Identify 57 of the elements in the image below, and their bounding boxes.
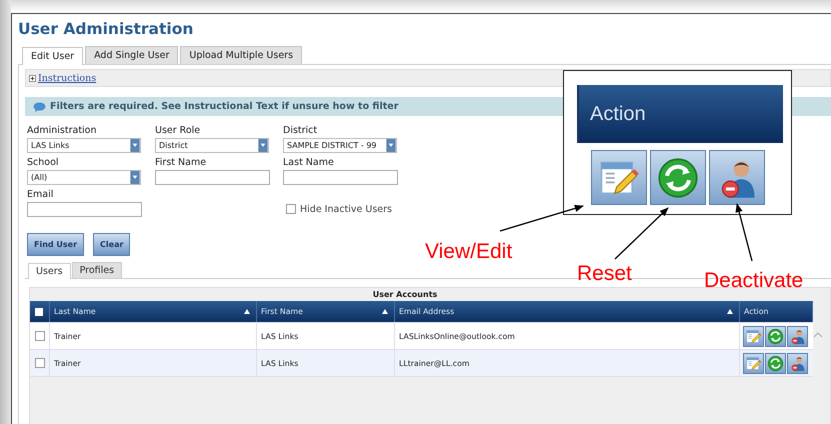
edit-button[interactable] bbox=[743, 352, 764, 374]
sort-arrow-icon bbox=[382, 309, 388, 314]
input-field[interactable] bbox=[155, 170, 270, 185]
user-remove-icon bbox=[789, 354, 806, 372]
input-field[interactable] bbox=[283, 170, 398, 185]
annotation-label: Reset bbox=[577, 262, 632, 286]
row-checkbox[interactable] bbox=[35, 358, 45, 368]
action-button[interactable]: Find User bbox=[27, 233, 84, 256]
field-label: Last Name bbox=[283, 157, 335, 168]
sort-arrow-icon bbox=[727, 309, 733, 314]
field-label: Email bbox=[27, 189, 54, 200]
edit-button[interactable] bbox=[743, 326, 764, 346]
deactivate-button[interactable] bbox=[787, 352, 808, 374]
select-all-checkbox[interactable] bbox=[35, 308, 43, 316]
reset-button[interactable] bbox=[765, 352, 786, 374]
checkbox[interactable] bbox=[286, 204, 296, 214]
refresh-icon bbox=[767, 328, 784, 344]
tab[interactable]: Add Single User bbox=[85, 46, 178, 64]
dropdown[interactable]: LAS Links bbox=[27, 138, 141, 153]
arrow bbox=[736, 203, 753, 262]
user-remove-icon bbox=[789, 328, 806, 344]
tab[interactable]: Edit User bbox=[22, 47, 84, 65]
deactivate-button[interactable] bbox=[709, 150, 765, 205]
grid-caption: User Accounts bbox=[372, 289, 438, 301]
action-button[interactable]: Clear bbox=[93, 233, 130, 256]
tab[interactable]: Users bbox=[28, 263, 71, 279]
reset-button[interactable] bbox=[650, 150, 706, 205]
annotation-label: View/Edit bbox=[425, 240, 512, 264]
speech-bubble-icon bbox=[33, 102, 46, 112]
dropdown[interactable]: (All) bbox=[27, 170, 141, 185]
page-title: User Administration bbox=[18, 20, 194, 38]
field-label: District bbox=[283, 125, 318, 136]
document-pencil-icon bbox=[745, 328, 762, 344]
expand-icon[interactable] bbox=[29, 74, 36, 82]
tab[interactable]: Upload Multiple Users bbox=[180, 46, 302, 64]
row-checkbox[interactable] bbox=[35, 331, 45, 341]
reset-button[interactable] bbox=[765, 326, 786, 346]
dropdown[interactable]: SAMPLE DISTRICT - 99 bbox=[283, 138, 397, 153]
annotation-label: Deactivate bbox=[704, 269, 804, 293]
checkbox-label: Hide Inactive Users bbox=[300, 204, 392, 214]
field-label: First Name bbox=[155, 157, 208, 168]
deactivate-button[interactable] bbox=[787, 326, 808, 346]
instructions-link[interactable]: Instructions bbox=[38, 72, 96, 84]
field-label: User Role bbox=[155, 125, 202, 136]
edit-button[interactable] bbox=[591, 150, 647, 205]
field-label: Administration bbox=[27, 125, 98, 136]
sort-arrow-icon bbox=[244, 309, 250, 314]
field-label: School bbox=[27, 157, 60, 168]
tab[interactable]: Profiles bbox=[72, 262, 122, 278]
document-pencil-icon bbox=[745, 354, 762, 372]
arrow bbox=[614, 207, 669, 260]
refresh-icon bbox=[656, 156, 700, 200]
input-field[interactable] bbox=[27, 202, 142, 217]
dropdown[interactable]: District bbox=[155, 138, 269, 153]
column-header: Action bbox=[577, 85, 783, 143]
refresh-icon bbox=[767, 354, 784, 372]
notice-text: Filters are required. See Instructional Text if unsure how to filter bbox=[50, 101, 398, 112]
